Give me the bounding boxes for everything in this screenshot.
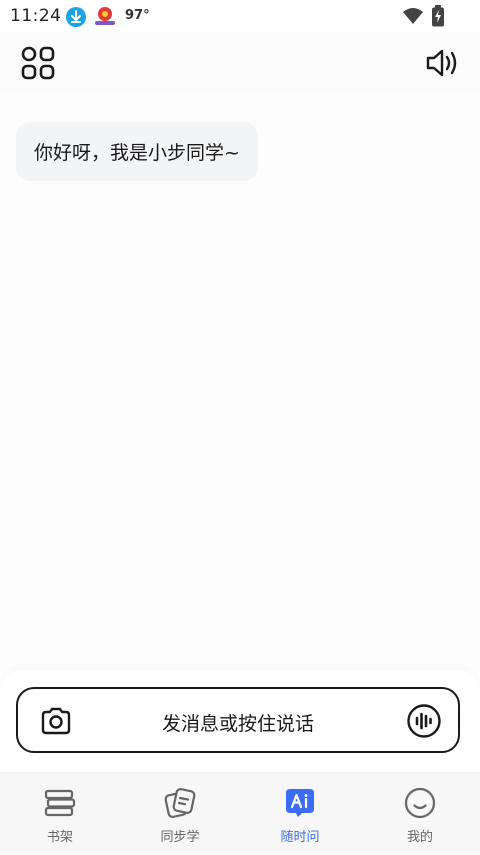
notification-app-icon	[93, 5, 117, 31]
temperature: 97°	[125, 8, 150, 23]
tab-bookshelf[interactable]: 书架	[0, 773, 120, 855]
assistant-message-bubble: 你好呀，我是小步同学~	[16, 122, 258, 181]
tab-label: 书架	[46, 830, 73, 845]
tab-label: 随时问	[280, 830, 320, 845]
chat-area: 你好呀，我是小步同学~	[0, 92, 480, 670]
tab-profile[interactable]: 我的	[360, 773, 480, 855]
status-bar: 11:24 97°	[0, 0, 480, 32]
input-placeholder: 发消息或按住说话	[161, 713, 314, 735]
tab-label: 同步学	[160, 830, 200, 845]
tab-label: 我的	[406, 830, 433, 845]
wifi-icon	[402, 7, 424, 29]
status-time: 11:24	[10, 6, 62, 26]
download-icon	[65, 6, 87, 32]
tab-sync-study[interactable]: 同步学	[120, 773, 240, 855]
top-bar	[0, 32, 480, 92]
bookshelf-icon	[44, 787, 76, 819]
ai-chat-icon	[284, 787, 316, 819]
camera-icon[interactable]	[40, 705, 72, 737]
tab-ask-anytime[interactable]: 随时问	[240, 773, 360, 855]
voice-wave-icon[interactable]	[406, 703, 442, 739]
bottom-tab-bar: 书架 同步学 随时问 我的	[0, 772, 480, 854]
speaker-icon[interactable]	[424, 45, 462, 81]
battery-charging-icon	[431, 5, 445, 31]
smile-profile-icon	[404, 787, 436, 819]
input-panel: 发消息或按住说话	[0, 670, 480, 772]
study-notes-icon	[164, 787, 196, 819]
apps-grid-icon[interactable]	[20, 45, 56, 81]
message-input[interactable]: 发消息或按住说话	[16, 687, 460, 753]
